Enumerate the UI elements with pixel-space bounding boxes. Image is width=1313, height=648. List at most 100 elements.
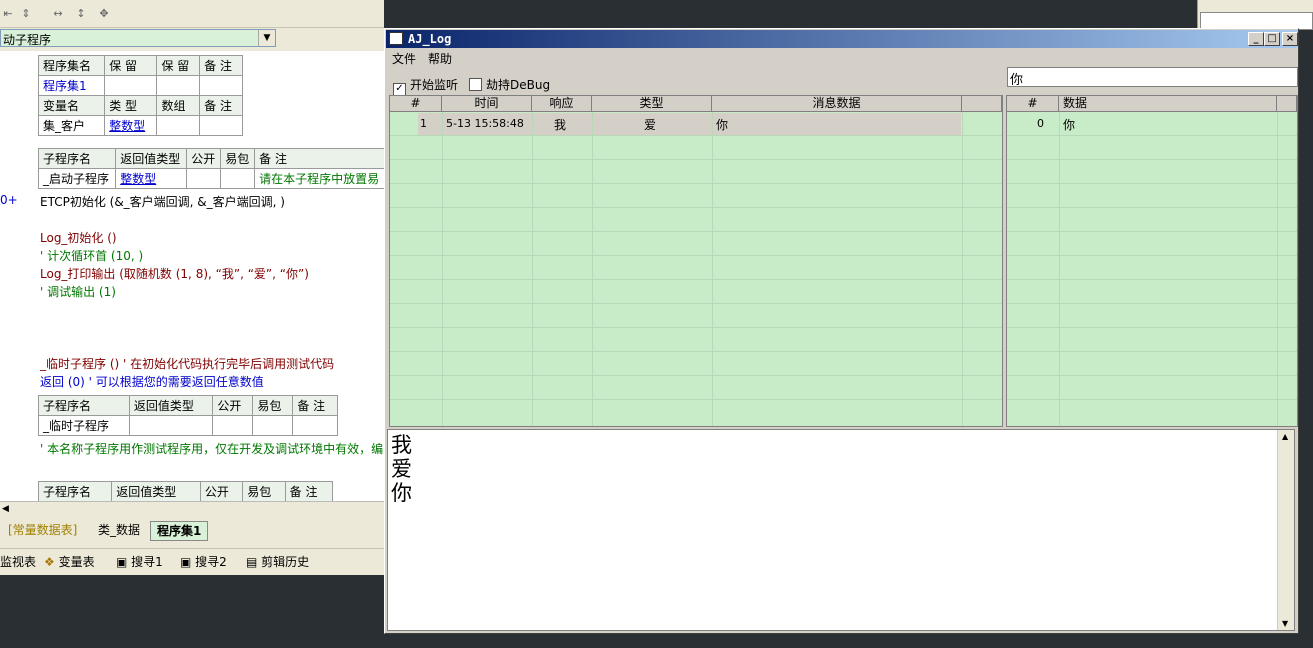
minimize-icon[interactable]: _	[1248, 32, 1264, 46]
menu-help[interactable]: 帮助	[428, 50, 452, 67]
table-cell[interactable]: _临时子程序	[38, 415, 130, 436]
table-cell: 备 注	[284, 481, 334, 501]
grid-line	[1007, 255, 1297, 256]
table-cell[interactable]	[186, 168, 222, 189]
close-icon[interactable]: ×	[1282, 32, 1298, 46]
column-header-message[interactable]: 消息数据	[712, 96, 962, 112]
table-cell[interactable]	[156, 75, 201, 96]
table-cell: 易包	[252, 395, 294, 416]
column-header-data[interactable]: 数据	[1059, 96, 1277, 112]
table-cell: 子程序名	[38, 395, 130, 416]
table-cell[interactable]: 整数型	[104, 115, 158, 136]
message-list[interactable]: # 时间 响应 类型 消息数据 1 5-13 15:58:48 我 爱 你	[389, 95, 1003, 427]
start-listen-checkbox[interactable]: ✓ 开始监听	[393, 76, 458, 96]
table-row: 程序集名 保 留 保 留 备 注	[37, 55, 243, 76]
table-row: 子程序名 返回值类型 公开 易包 备 注	[37, 148, 384, 169]
comment-line[interactable]: ' 本名称子程序用作测试程序用，仅在开发及调试环境中有效，编	[40, 440, 383, 457]
grid-line	[390, 375, 1002, 376]
table-cell: 返回值类型	[128, 395, 214, 416]
grid-line	[390, 183, 1002, 184]
column-header-time[interactable]: 时间	[442, 96, 532, 112]
menu-file[interactable]: 文件	[392, 50, 416, 67]
tab-search2[interactable]: ▣ 搜寻2	[180, 553, 227, 570]
code-line[interactable]: ' 计次循环首 (10, )	[40, 247, 143, 264]
same-height-icon[interactable]: ↕	[73, 6, 89, 22]
horizontal-scrollbar[interactable]: ◀	[0, 501, 384, 518]
subroutine-table-1: 子程序名 返回值类型 公开 易包 备 注 _启动子程序 整数型 请在本子程序中放…	[37, 148, 384, 189]
table-cell[interactable]	[128, 415, 214, 436]
tab-search1[interactable]: ▣ 搜寻1	[116, 553, 163, 570]
chevron-down-icon[interactable]: ▼	[258, 30, 275, 46]
align-left-icon[interactable]: ⇤	[0, 6, 16, 22]
code-line[interactable]: 返回 (0) ' 可以根据您的需要返回任意数值	[40, 373, 264, 390]
grid-line	[1007, 351, 1297, 352]
table-cell[interactable]	[220, 168, 256, 189]
code-line[interactable]: ' 调试输出 (1)	[40, 283, 116, 300]
table-cell[interactable]	[292, 415, 338, 436]
hijack-debug-checkbox[interactable]: 劫持DeBug	[469, 76, 550, 93]
tab-assembly1[interactable]: 程序集1	[150, 521, 209, 541]
column-header-blank[interactable]	[1277, 96, 1297, 112]
row-message: 你	[716, 118, 729, 132]
grid-line	[390, 327, 1002, 328]
row-data: 你	[1063, 118, 1076, 132]
scroll-left-icon[interactable]: ◀	[2, 504, 9, 514]
table-cell[interactable]	[252, 415, 294, 436]
column-header-num[interactable]: #	[1007, 96, 1059, 112]
tab-label: 搜寻2	[195, 555, 227, 569]
tab-label: 搜寻1	[131, 555, 163, 569]
table-cell[interactable]	[212, 415, 254, 436]
table-cell[interactable]	[199, 75, 243, 96]
code-line[interactable]: Log_打印输出 (取随机数 (1, 8), “我”, “爱”, “你”)	[40, 265, 309, 282]
table-cell[interactable]: 程序集1	[37, 75, 106, 96]
grid-line	[390, 159, 1002, 160]
filter-input[interactable]: 你	[1007, 67, 1298, 88]
table-cell[interactable]: _启动子程序	[37, 168, 117, 189]
table-cell[interactable]: 整数型	[115, 168, 188, 189]
table-cell[interactable]	[156, 115, 201, 136]
search-icon: ▣	[116, 555, 128, 569]
grid-line	[1007, 399, 1297, 400]
table-cell[interactable]: 请在本子程序中放置易	[254, 168, 384, 189]
scroll-up-icon[interactable]: ▲	[1282, 432, 1288, 441]
table-cell: 公开	[212, 395, 254, 416]
grid-line	[1007, 327, 1297, 328]
subroutine-combo[interactable]: 动子程序 ▼	[0, 29, 276, 47]
column-header-blank[interactable]	[962, 96, 1002, 112]
empty-box-icon	[469, 78, 482, 91]
ide-toolbar: ⇤ ⇕ ↔ ↕ ✥	[0, 0, 384, 28]
subroutine-table-3: 子程序名 返回值类型 公开 易包 备 注	[37, 481, 334, 501]
tab-variables[interactable]: ❖ 变量表	[44, 553, 95, 570]
table-cell: 子程序名	[37, 148, 117, 169]
align-center-icon[interactable]: ⇕	[18, 6, 34, 22]
vertical-scrollbar[interactable]: ▲ ▼	[1277, 430, 1294, 630]
tab-clip-history[interactable]: ▤ 剪辑历史	[246, 553, 309, 570]
data-list[interactable]: # 数据 0 你	[1006, 95, 1298, 427]
code-line[interactable]: Log_初始化 ()	[40, 229, 117, 246]
tab-watch[interactable]: 监视表	[0, 553, 36, 570]
code-editor[interactable]: 程序集名 保 留 保 留 备 注 程序集1 变量名 类 型 数组 备 注 集_客…	[0, 51, 384, 501]
grid-line	[390, 399, 1002, 400]
menu-bar: 文件 帮助	[386, 49, 1297, 67]
tab-label: 变量表	[58, 555, 95, 569]
scroll-down-icon[interactable]: ▼	[1282, 619, 1288, 628]
table-cell[interactable]	[199, 115, 243, 136]
same-width-icon[interactable]: ↔	[50, 6, 66, 22]
code-line[interactable]: ETCP初始化 (&_客户端回调, &_客户端回调, )	[40, 193, 285, 210]
table-cell[interactable]	[104, 75, 158, 96]
title-bar[interactable]: AJ_Log _ □ ×	[386, 30, 1298, 48]
column-header-response[interactable]: 响应	[532, 96, 592, 112]
app-icon[interactable]	[389, 32, 403, 45]
maximize-icon[interactable]: □	[1264, 32, 1280, 46]
grid-line	[1007, 375, 1297, 376]
tab-class-data[interactable]: 类_数据	[92, 521, 146, 539]
output-text-area[interactable]: 我 爱 你 ▲ ▼	[387, 429, 1295, 631]
column-header-type[interactable]: 类型	[592, 96, 712, 112]
grid-line	[1007, 231, 1297, 232]
tab-constants[interactable]: [常量数据表]	[2, 521, 83, 539]
same-size-icon[interactable]: ✥	[96, 6, 112, 22]
table-cell[interactable]: 集_客户	[37, 115, 106, 136]
code-line[interactable]: _临时子程序 () ' 在初始化代码执行完毕后调用测试代码	[40, 355, 334, 372]
breakpoint-gutter-mark[interactable]: 0+	[0, 193, 18, 207]
column-header-num[interactable]: #	[390, 96, 442, 112]
